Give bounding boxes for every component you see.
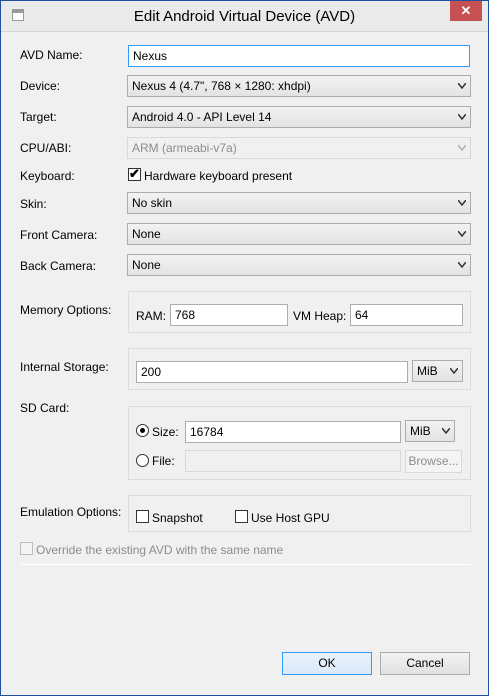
checkmark-icon: ✔ xyxy=(129,166,140,181)
back-camera-select-value: None xyxy=(132,258,161,272)
sd-file-input[interactable] xyxy=(185,450,401,472)
internal-storage-unit-value: MiB xyxy=(417,364,438,378)
target-select-value: Android 4.0 - API Level 14 xyxy=(132,110,272,124)
chevron-down-icon xyxy=(442,428,450,434)
back-camera-select[interactable]: None xyxy=(127,254,471,276)
override-checkbox[interactable] xyxy=(20,542,33,555)
ram-label: RAM: xyxy=(136,309,166,323)
use-host-gpu-label: Use Host GPU xyxy=(251,511,330,525)
internal-storage-unit-select[interactable]: MiB xyxy=(412,360,463,382)
memory-options-label: Memory Options: xyxy=(20,303,112,317)
target-label: Target: xyxy=(20,110,57,124)
use-host-gpu-checkbox[interactable] xyxy=(235,510,248,523)
chevron-down-icon xyxy=(450,368,458,374)
internal-storage-group: 200 MiB xyxy=(128,348,471,390)
avd-name-input[interactable]: Nexus xyxy=(128,45,470,67)
memory-options-group: RAM: 768 VM Heap: 64 xyxy=(128,291,471,333)
internal-storage-label: Internal Storage: xyxy=(20,360,109,374)
hardware-keyboard-label: Hardware keyboard present xyxy=(144,169,293,183)
skin-label: Skin: xyxy=(20,197,47,211)
sd-size-input[interactable]: 16784 xyxy=(185,421,401,443)
avd-name-label: AVD Name: xyxy=(20,48,83,62)
target-select[interactable]: Android 4.0 - API Level 14 xyxy=(127,106,471,128)
separator xyxy=(20,564,471,565)
cancel-button[interactable]: Cancel xyxy=(380,652,470,675)
vm-heap-input[interactable]: 64 xyxy=(350,304,463,326)
sd-card-group: Size: 16784 MiB File: Browse... xyxy=(128,406,471,480)
device-select[interactable]: Nexus 4 (4.7", 768 × 1280: xhdpi) xyxy=(127,75,471,97)
sd-size-unit-value: MiB xyxy=(410,424,431,438)
internal-storage-input[interactable]: 200 xyxy=(136,361,408,383)
snapshot-checkbox[interactable] xyxy=(136,510,149,523)
front-camera-select-value: None xyxy=(132,227,161,241)
device-select-value: Nexus 4 (4.7", 768 × 1280: xhdpi) xyxy=(132,79,311,93)
close-button[interactable]: ✕ xyxy=(450,1,482,21)
chevron-down-icon xyxy=(458,231,466,237)
sd-file-radio[interactable] xyxy=(136,454,149,467)
radio-selected-dot xyxy=(140,428,145,433)
emulation-options-group: Snapshot Use Host GPU xyxy=(128,495,471,532)
title-bar: Edit Android Virtual Device (AVD) ✕ xyxy=(1,1,488,32)
hardware-keyboard-checkbox[interactable]: ✔ xyxy=(128,166,141,181)
keyboard-label: Keyboard: xyxy=(20,169,75,183)
avd-dialog: Edit Android Virtual Device (AVD) ✕ AVD … xyxy=(0,0,489,696)
skin-select[interactable]: No skin xyxy=(127,192,471,214)
cpu-abi-select-value: ARM (armeabi-v7a) xyxy=(132,141,237,155)
override-label: Override the existing AVD with the same … xyxy=(36,543,284,557)
vm-heap-label: VM Heap: xyxy=(293,309,347,323)
chevron-down-icon xyxy=(458,145,466,151)
ram-input[interactable]: 768 xyxy=(170,304,288,326)
cpu-abi-select: ARM (armeabi-v7a) xyxy=(127,137,471,159)
back-camera-label: Back Camera: xyxy=(20,259,97,273)
cpu-abi-label: CPU/ABI: xyxy=(20,141,72,155)
skin-select-value: No skin xyxy=(132,196,173,210)
device-label: Device: xyxy=(20,79,61,93)
chevron-down-icon xyxy=(458,262,466,268)
sd-card-label: SD Card: xyxy=(20,401,70,415)
sd-size-label: Size: xyxy=(152,425,179,439)
chevron-down-icon xyxy=(458,83,466,89)
ok-button[interactable]: OK xyxy=(282,652,372,675)
window-title: Edit Android Virtual Device (AVD) xyxy=(133,8,356,25)
sd-size-radio[interactable] xyxy=(136,424,149,437)
front-camera-label: Front Camera: xyxy=(20,228,98,242)
chevron-down-icon xyxy=(458,114,466,120)
browse-button[interactable]: Browse... xyxy=(405,450,462,473)
front-camera-select[interactable]: None xyxy=(127,223,471,245)
sd-file-label: File: xyxy=(152,454,175,468)
snapshot-label: Snapshot xyxy=(152,511,203,525)
chevron-down-icon xyxy=(458,200,466,206)
emulation-options-label: Emulation Options: xyxy=(20,505,122,519)
sd-size-unit-select[interactable]: MiB xyxy=(405,420,455,442)
